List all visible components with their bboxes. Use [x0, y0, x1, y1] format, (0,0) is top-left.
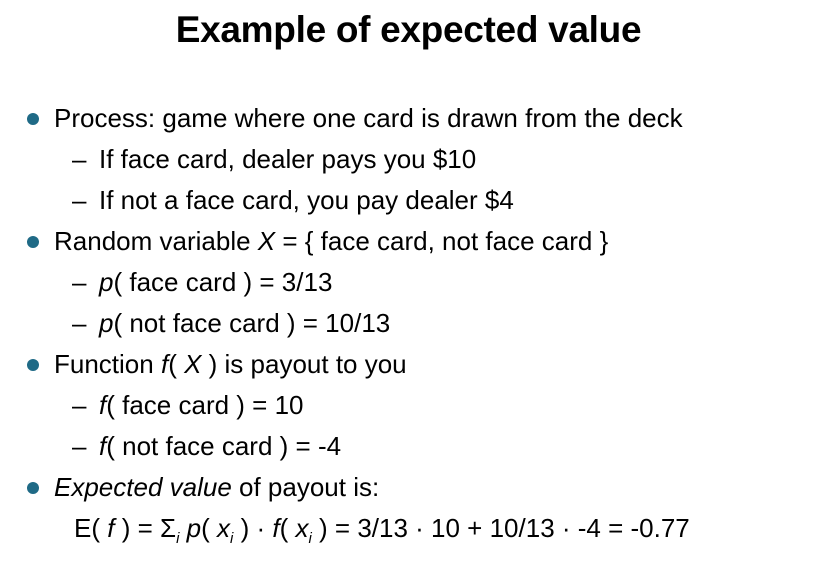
dash-marker: – — [72, 144, 87, 174]
variable-x: x — [295, 513, 309, 543]
text-segment: ( face card ) = 3/13 — [113, 267, 333, 297]
function-p: p — [99, 267, 114, 297]
variable-x: x — [217, 513, 230, 543]
formula-part: ( — [279, 513, 296, 543]
text-segment: ( not face card ) = 10/13 — [113, 308, 391, 338]
dash-marker: – — [72, 267, 87, 297]
formula-part: ) = 3/13 · 10 + 10/13 · -4 = -0.77 — [311, 513, 690, 543]
function-f: f — [272, 513, 280, 543]
sub-item-p-face-card: p( face card ) = 3/13 — [99, 266, 332, 298]
text-segment: Expected value — [54, 472, 232, 502]
bullet-function: Function f( X ) is payout to you — [54, 348, 407, 380]
bullet-dot — [27, 482, 39, 494]
text-segment: ( — [168, 349, 185, 379]
dash-marker: – — [72, 308, 87, 338]
bullet-dot — [27, 236, 39, 248]
text-segment: ( face card ) = 10 — [106, 390, 304, 420]
text-segment: Function — [54, 349, 161, 379]
variable-x: X — [184, 349, 202, 379]
bullet-process: Process: game where one card is drawn fr… — [54, 103, 683, 133]
text-segment: ( not face card ) = -4 — [106, 431, 342, 461]
slide: Example of expected value Process: game … — [0, 0, 817, 561]
formula-part: ) · — [233, 513, 273, 543]
text-segment: of payout is: — [231, 472, 380, 502]
bullet-dot — [27, 359, 39, 371]
formula-part: ) = Σ — [114, 513, 177, 543]
bullet-expected-value: Expected value of payout is: — [54, 471, 379, 503]
function-p: p — [99, 308, 114, 338]
sub-item-f-not-face-card: f( not face card ) = -4 — [99, 430, 341, 462]
variable-x: X — [257, 226, 276, 256]
bullet-dot — [27, 113, 39, 125]
text-segment: Random variable — [54, 226, 258, 256]
sub-item-not-face-card-payout: If not a face card, you pay dealer $4 — [99, 185, 514, 215]
text-segment: = { face card, not face card } — [275, 226, 609, 256]
dash-marker: – — [72, 185, 87, 215]
dash-marker: – — [72, 431, 87, 461]
function-p: p — [186, 513, 202, 543]
bullet-random-variable: Random variable X = { face card, not fac… — [54, 225, 608, 257]
text-segment: ) is payout to you — [201, 349, 407, 379]
expected-value-formula: E( f ) = Σi p( xi ) · f( xi ) = 3/13 · 1… — [74, 512, 690, 546]
formula-part: E( — [74, 513, 108, 543]
formula-part — [179, 513, 186, 543]
sub-item-p-not-face-card: p( not face card ) = 10/13 — [99, 307, 390, 339]
sub-item-f-face-card: f( face card ) = 10 — [99, 389, 304, 421]
dash-marker: – — [72, 390, 87, 420]
sub-item-face-card-payout: If face card, dealer pays you $10 — [99, 144, 477, 174]
formula-part: ( — [201, 513, 217, 543]
slide-title: Example of expected value — [175, 9, 642, 50]
